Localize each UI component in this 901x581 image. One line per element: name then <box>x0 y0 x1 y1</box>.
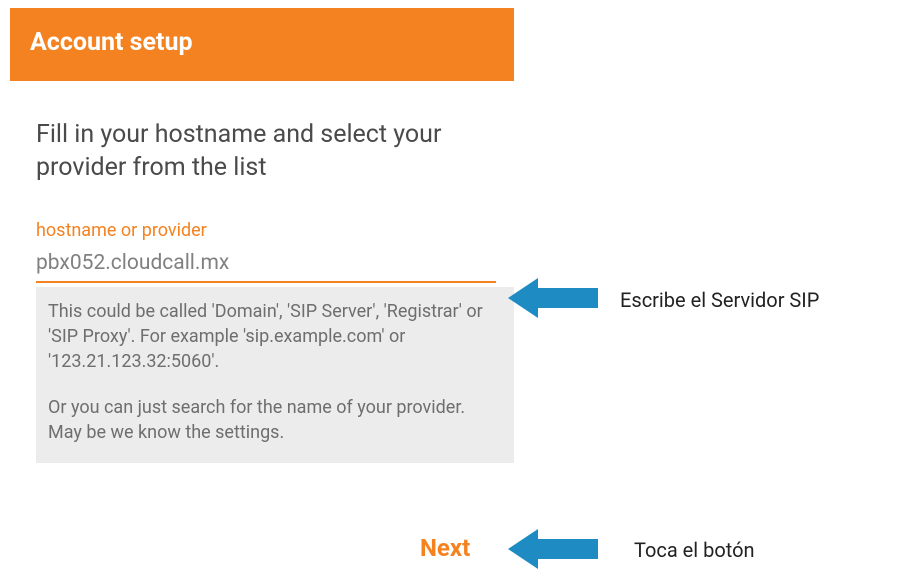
page-title: Account setup <box>30 28 494 57</box>
arrow-left-icon <box>508 526 598 572</box>
content-area: Fill in your hostname and select your pr… <box>10 81 514 463</box>
next-button[interactable]: Next <box>420 534 470 562</box>
help-paragraph-2: Or you can just search for the name of y… <box>48 395 500 445</box>
hostname-label: hostname or provider <box>36 220 488 241</box>
app-header: Account setup <box>10 8 514 81</box>
help-box: This could be called 'Domain', 'SIP Serv… <box>36 287 514 463</box>
annotation-hostname: Escribe el Servidor SIP <box>620 288 819 312</box>
arrow-left-icon <box>508 275 598 321</box>
phone-screen: Account setup Fill in your hostname and … <box>10 8 514 463</box>
instruction-text: Fill in your hostname and select your pr… <box>36 119 488 184</box>
hostname-input[interactable] <box>36 241 496 283</box>
annotation-next: Toca el botón <box>634 538 755 562</box>
help-paragraph-1: This could be called 'Domain', 'SIP Serv… <box>48 299 500 375</box>
